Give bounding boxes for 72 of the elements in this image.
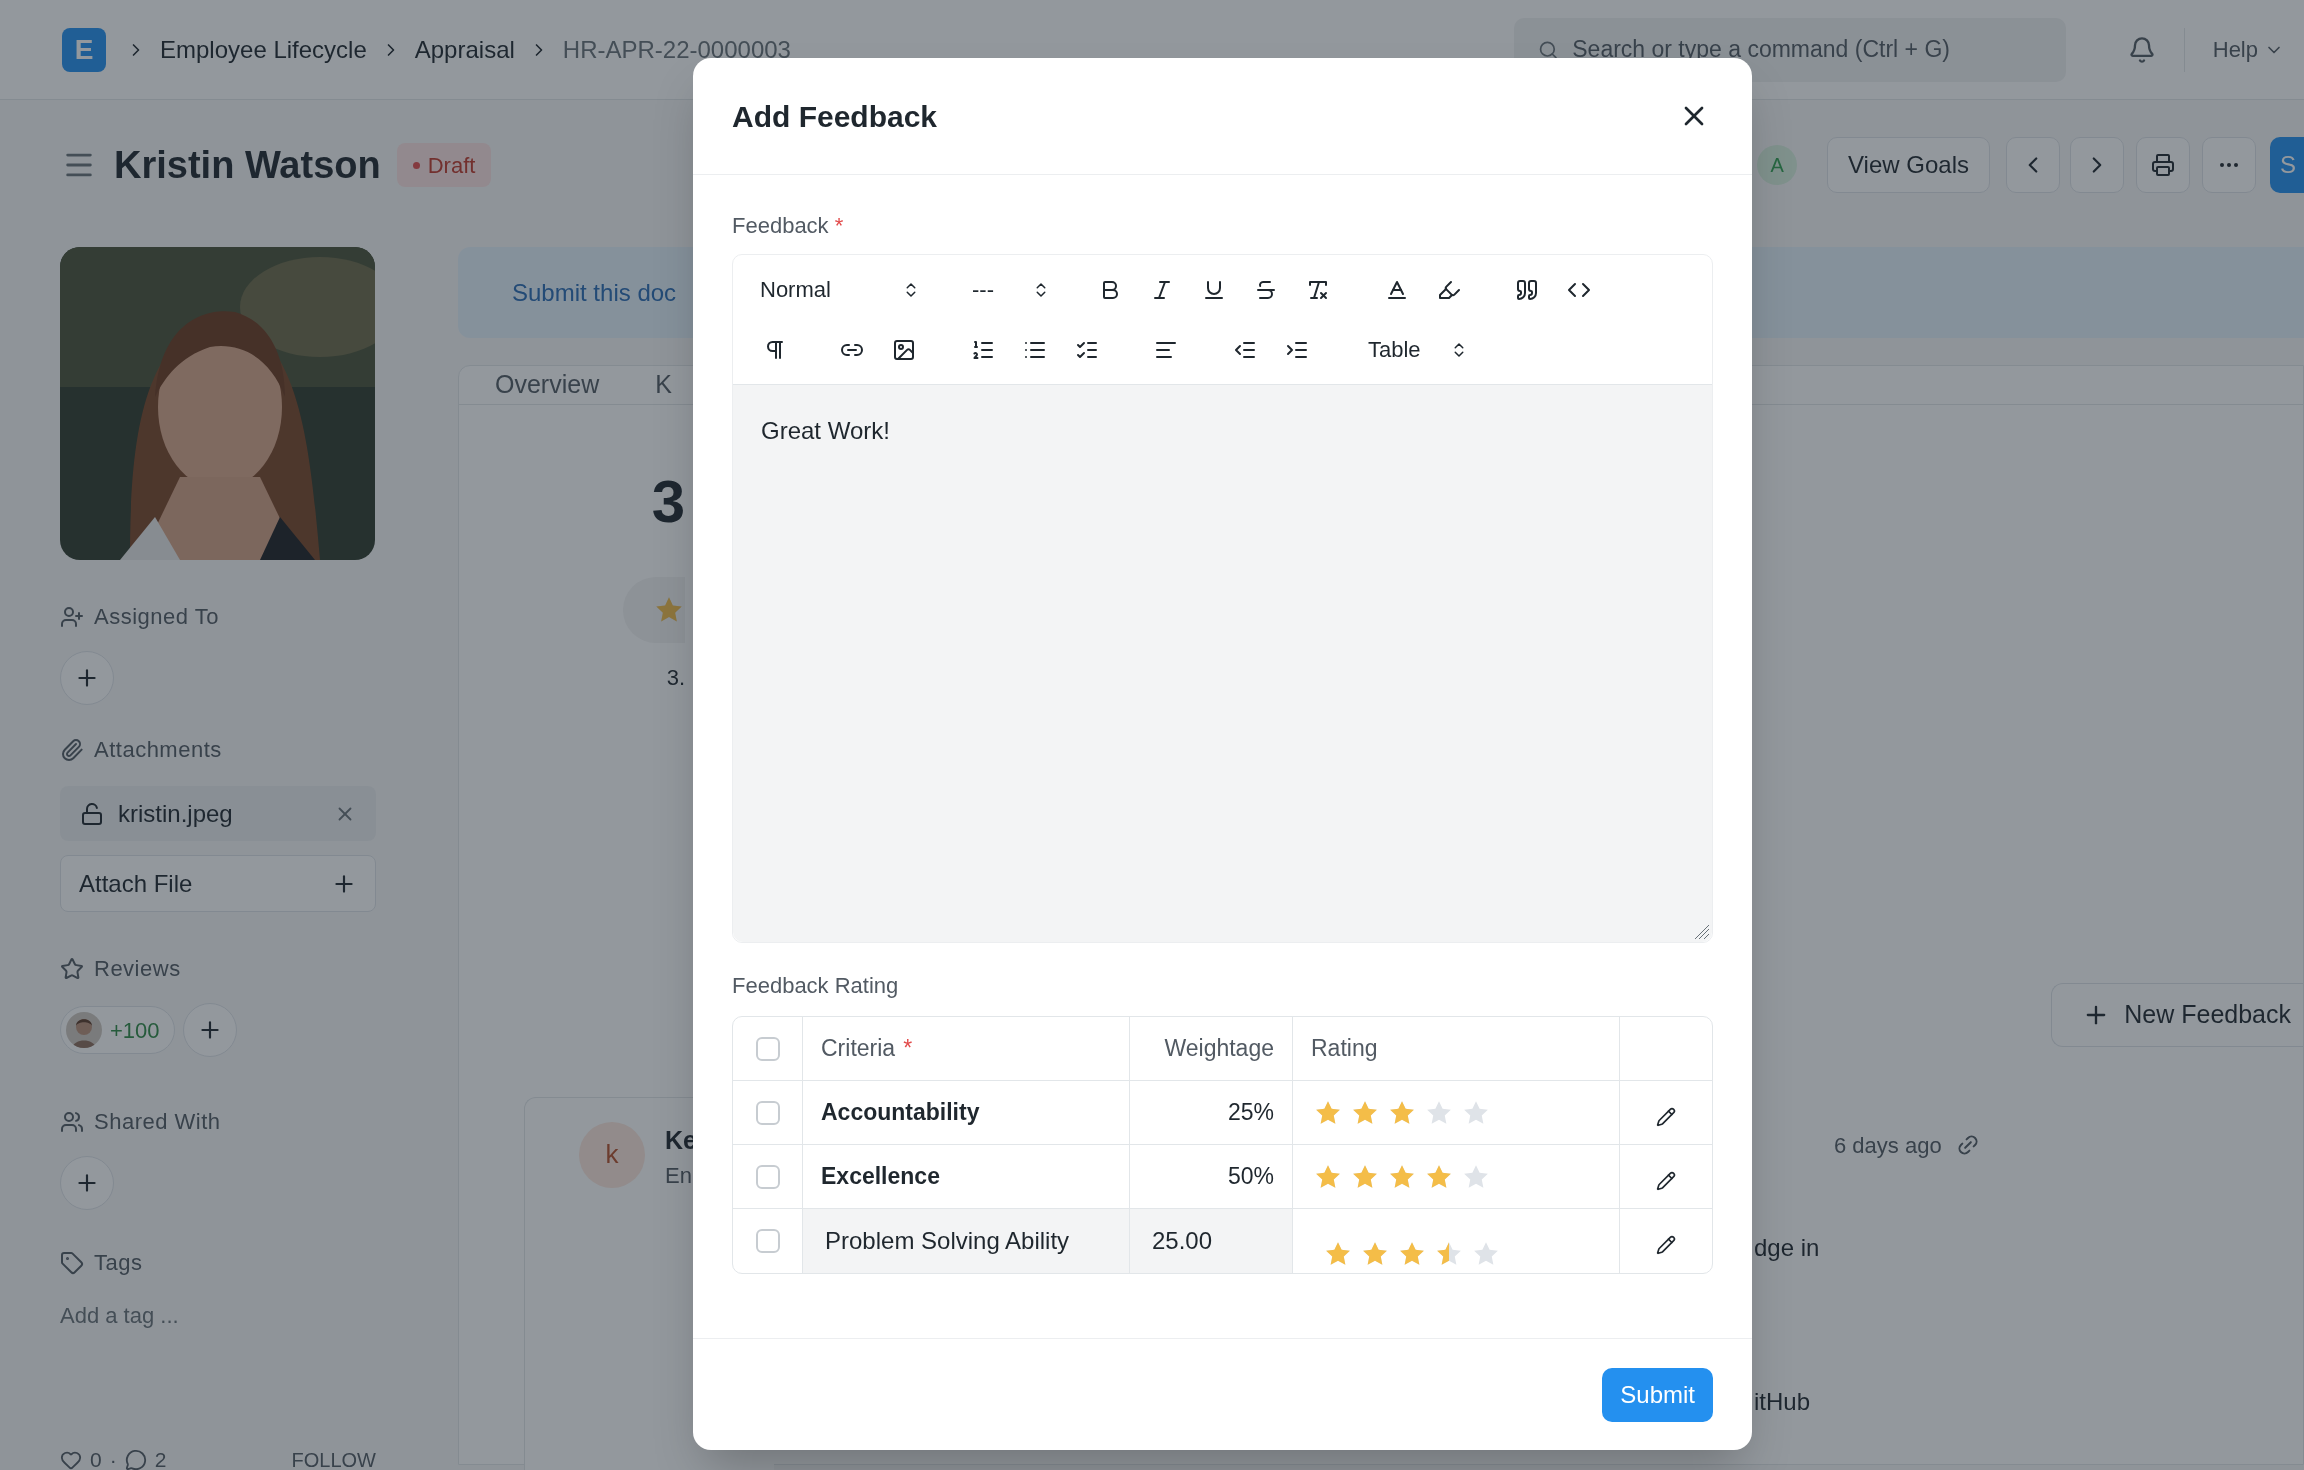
table-cell: 25%: [1130, 1081, 1293, 1144]
user-plus-icon: [60, 604, 84, 629]
feedback-time: 6 days ago: [1834, 1131, 1942, 1160]
follow-link[interactable]: FOLLOW: [291, 1444, 376, 1470]
checkbox[interactable]: [755, 1164, 780, 1189]
review-count: +100: [110, 1016, 160, 1045]
tab[interactable]: Overview: [495, 366, 600, 404]
print-button[interactable]: [2136, 137, 2190, 193]
section-label: Assigned To: [94, 603, 219, 631]
star-outline-icon: [60, 956, 84, 981]
dialog-title: Add Feedback: [732, 98, 938, 135]
feedback-text: dge in: [1754, 1233, 1820, 1263]
user-avatar: k: [579, 1121, 645, 1188]
new-feedback-button[interactable]: New Feedback: [2051, 982, 2303, 1047]
paperclip-icon: [60, 737, 84, 762]
comment-icon[interactable]: [124, 1448, 147, 1470]
section-label: Attachments: [94, 736, 222, 764]
attach-file-button[interactable]: Attach File: [60, 855, 376, 912]
required-mark: *: [834, 212, 844, 240]
edit-icon[interactable]: [1656, 1170, 1676, 1191]
help-menu[interactable]: Help: [2212, 33, 2284, 66]
weightage-input[interactable]: 25.00: [1130, 1209, 1293, 1273]
edit-icon[interactable]: [1656, 1106, 1676, 1127]
view-goals-button[interactable]: View Goals: [1827, 137, 1990, 193]
comment-count: 2: [154, 1447, 167, 1470]
reviewer-role: En: [665, 1162, 693, 1190]
field-label: Feedback Rating: [732, 972, 900, 1000]
printer-icon: [2151, 153, 2175, 177]
section-label: Tags: [94, 1249, 143, 1277]
field-label: Feedback: [732, 212, 829, 240]
table-cell: 50%: [1130, 1145, 1293, 1208]
search-icon: [1537, 38, 1559, 61]
user-avatar: A: [1757, 145, 1798, 185]
banner-text: Submit this doc: [512, 277, 677, 308]
page-title: Kristin Watson: [114, 142, 381, 188]
breadcrumb-link[interactable]: Appraisal: [414, 31, 515, 68]
column-header: Criteria: [821, 1034, 896, 1064]
section-label: Reviews: [94, 955, 181, 983]
breadcrumb-link[interactable]: HR-APR-22-0000003: [562, 31, 791, 68]
feedback-text: itHub: [1754, 1387, 1811, 1417]
rating-caption: 3.: [666, 663, 685, 692]
review-pill[interactable]: +100: [60, 1006, 175, 1054]
like-count: 0: [90, 1447, 102, 1470]
breadcrumb-link[interactable]: Employee Lifecycle: [160, 31, 367, 68]
tag-icon: [60, 1250, 84, 1275]
status-badge: Draft: [396, 143, 492, 187]
table-select[interactable]: Table: [1368, 331, 1468, 368]
required-mark: *: [903, 1034, 913, 1064]
attachment-item[interactable]: kristin.jpeg: [60, 786, 376, 841]
size-select[interactable]: ---: [972, 271, 1050, 308]
users-icon: [60, 1109, 84, 1134]
column-header: Rating: [1311, 1034, 1378, 1064]
table-cell: Excellence: [803, 1145, 1130, 1208]
checkbox[interactable]: [755, 1036, 780, 1061]
submit-button[interactable]: Submit: [1602, 1367, 1713, 1422]
resize-handle-icon[interactable]: [1694, 924, 1710, 940]
style-select[interactable]: Normal: [760, 271, 920, 308]
lock-icon: [80, 801, 104, 826]
edit-icon[interactable]: [1656, 1235, 1676, 1255]
checkbox[interactable]: [755, 1100, 780, 1125]
rating-score: 3: [651, 466, 685, 537]
editor-content[interactable]: Great Work!: [733, 385, 1712, 942]
separator-dot: ·: [109, 1447, 117, 1470]
table-cell: Accountability: [803, 1081, 1130, 1144]
ellipsis-icon: [2220, 163, 2238, 167]
add-tag-link[interactable]: Add a tag ...: [60, 1299, 376, 1332]
bell-icon[interactable]: [2127, 35, 2156, 64]
checkbox[interactable]: [755, 1229, 780, 1253]
section-label: Shared With: [94, 1108, 221, 1136]
column-header: Weightage: [1164, 1034, 1274, 1064]
criteria-input[interactable]: Problem Solving Ability: [803, 1209, 1130, 1273]
tab[interactable]: K: [655, 366, 672, 404]
